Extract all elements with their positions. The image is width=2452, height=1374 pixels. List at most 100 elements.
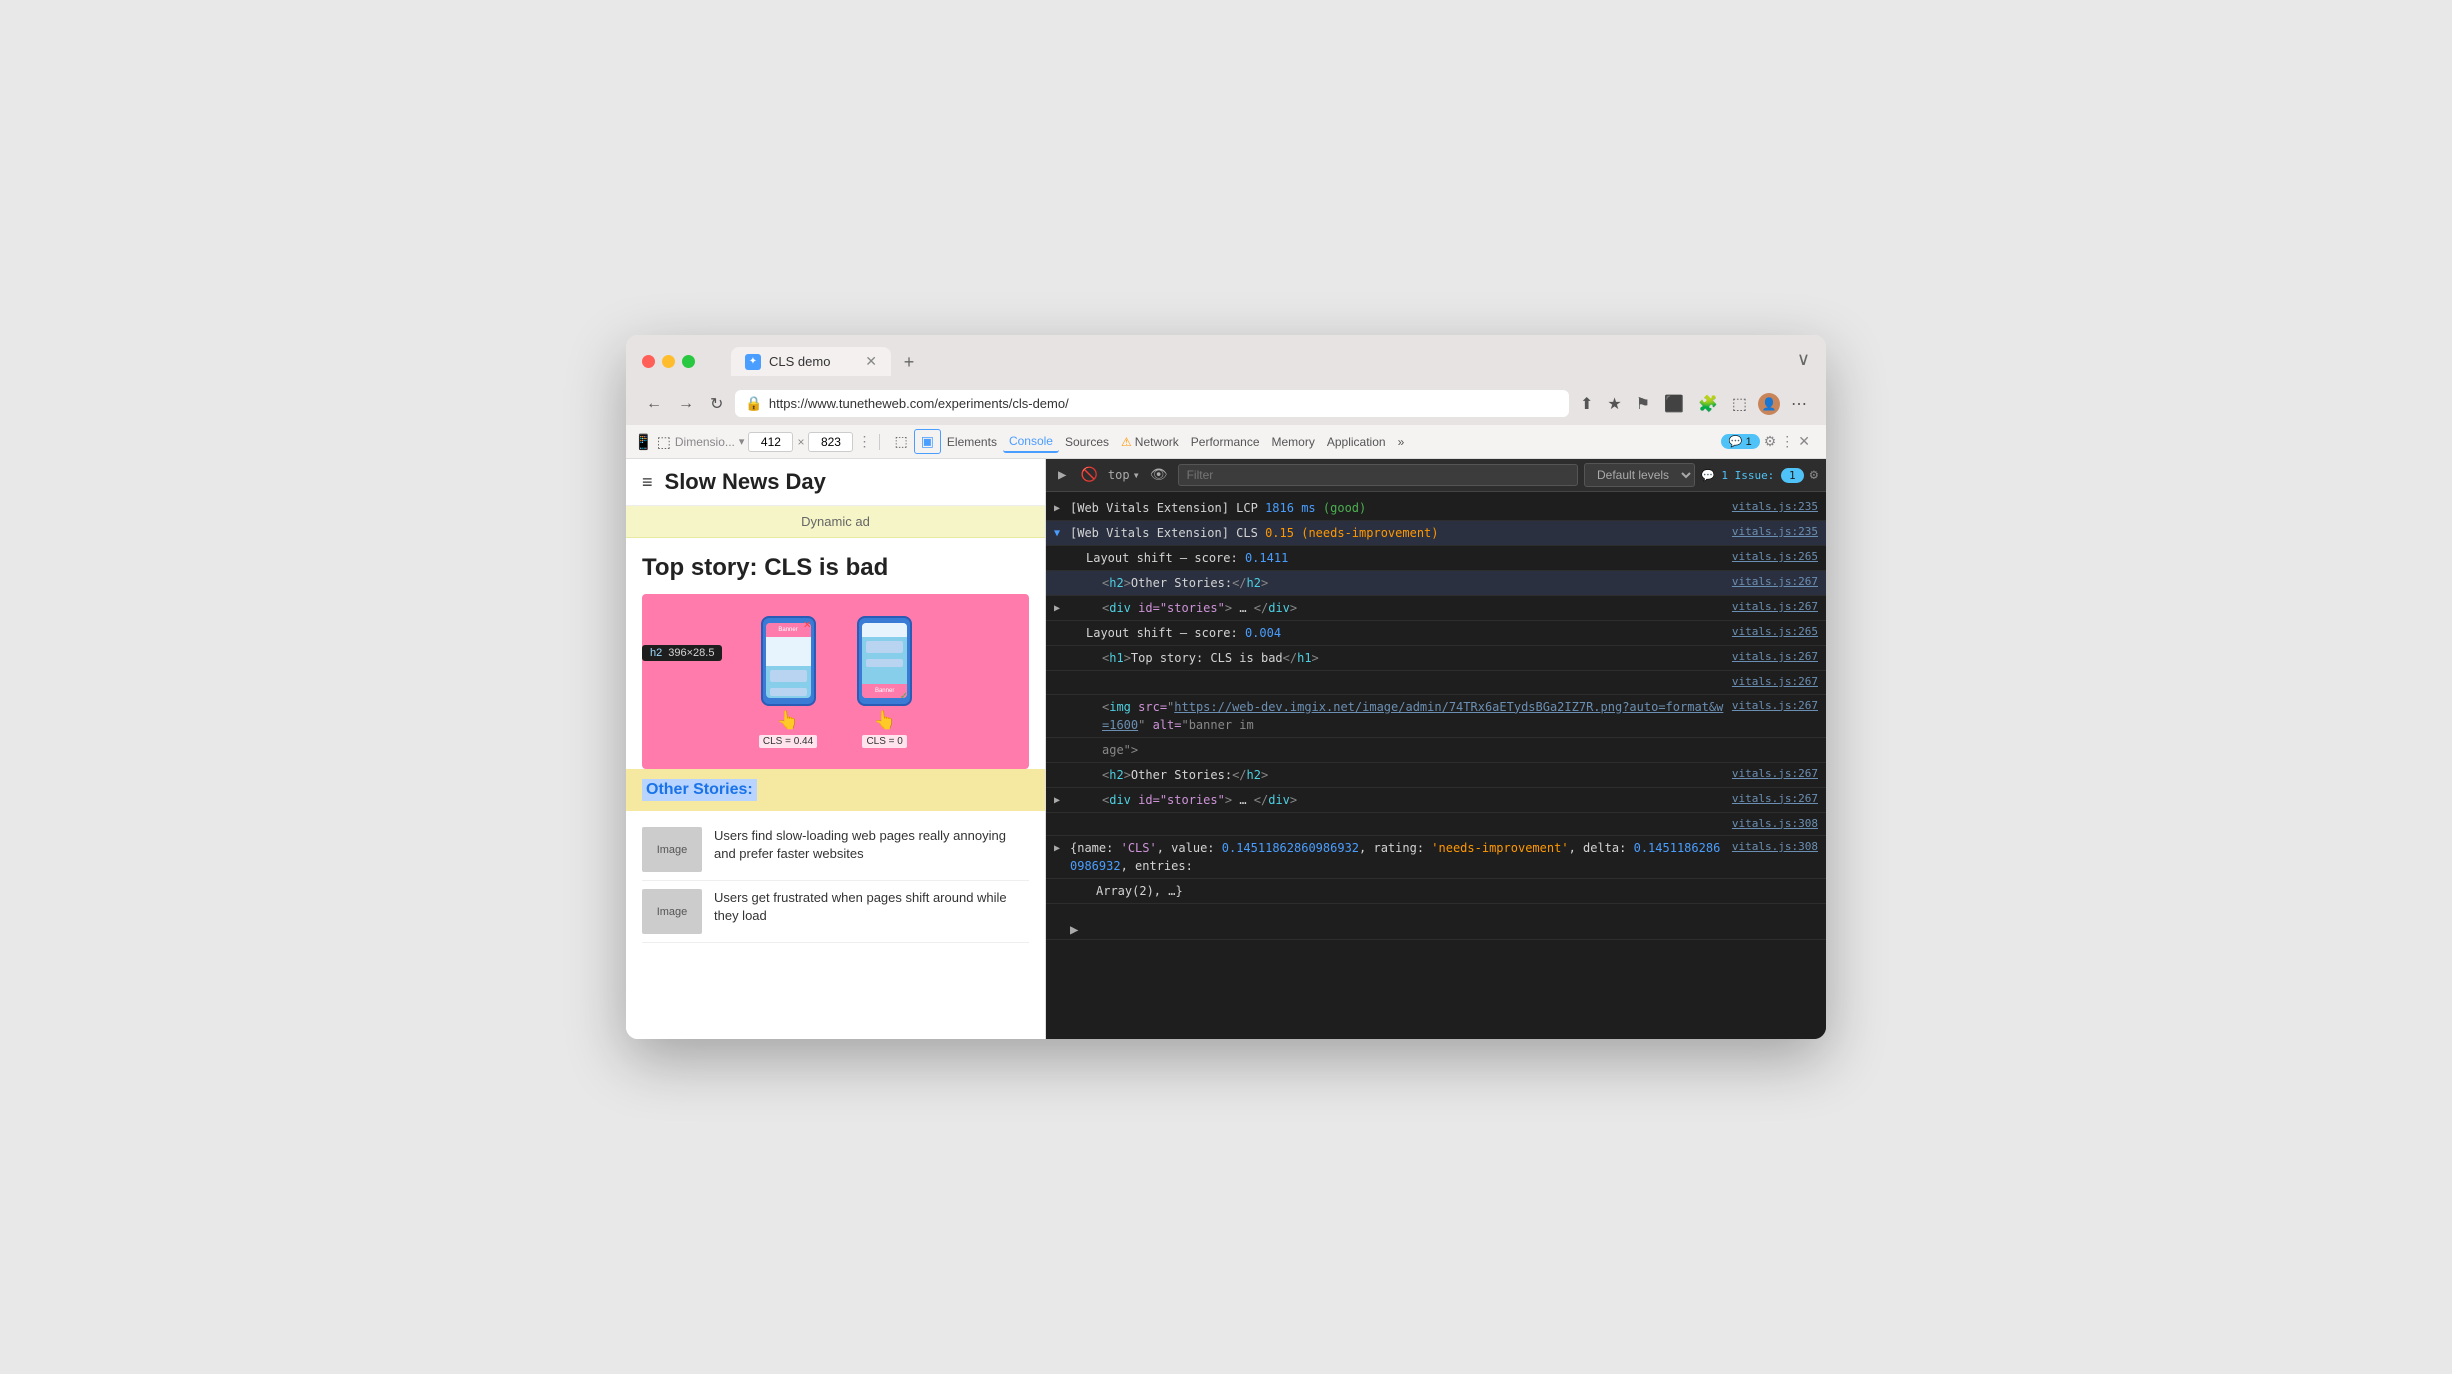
dimension-more-icon[interactable]: ⋮ (857, 433, 871, 450)
img-link[interactable]: vitals.js:267 (1732, 698, 1818, 715)
h1-link[interactable]: vitals.js:267 (1732, 649, 1818, 666)
layout-shift-score-2: 0.004 (1245, 626, 1281, 640)
stop-icon[interactable]: 🚫 (1076, 465, 1101, 485)
refresh-button[interactable]: ↻ (706, 392, 727, 416)
hamburger-icon[interactable]: ≡ (642, 472, 653, 493)
h1-close: h1 (1297, 651, 1311, 665)
div-gt: > (1225, 601, 1232, 615)
cursor-icon[interactable]: ⬚ (657, 433, 671, 451)
spacer-row-1: vitals.js:267 (1046, 671, 1826, 695)
new-tab-button[interactable]: + (895, 348, 923, 376)
issues-icon: 💬 (1701, 469, 1715, 482)
console-settings-icon[interactable]: ⚙ (1810, 467, 1818, 483)
cls-expand-arrow[interactable]: ▼ (1054, 526, 1060, 541)
devtools-close-icon[interactable]: ✕ (1798, 433, 1810, 450)
maximize-button[interactable] (682, 355, 695, 368)
extensions-icon[interactable]: 🧩 (1695, 391, 1721, 417)
more-menu-icon[interactable]: ⋯ (1788, 391, 1810, 417)
lcp-source-link[interactable]: vitals.js:235 (1732, 499, 1818, 516)
split-view-icon[interactable]: ⬚ (1729, 391, 1750, 417)
width-input[interactable] (748, 432, 793, 452)
tab-title: CLS demo (769, 354, 830, 369)
site-title: Slow News Day (665, 469, 826, 495)
array-content: Array(2), …} (1096, 882, 1818, 900)
back-button[interactable]: ← (642, 393, 666, 415)
h2-close-tag-close: > (1261, 576, 1268, 590)
responsive-mode-icon[interactable]: 📱 (634, 433, 653, 451)
h2b-link[interactable]: vitals.js:267 (1732, 766, 1818, 783)
issues-label[interactable]: 💬 1 Issue: 1 (1701, 469, 1804, 482)
height-input[interactable] (808, 432, 853, 452)
h2-bracket-close: > (1124, 576, 1131, 590)
layout-shift-2-link[interactable]: vitals.js:265 (1732, 624, 1818, 641)
array-continuation-entry: Array(2), …} (1046, 879, 1826, 904)
div-stories-1-expand[interactable]: ▶ (1054, 601, 1060, 616)
other-stories-title: Other Stories: (642, 779, 757, 801)
bookmark-icon[interactable]: ★ (1604, 391, 1624, 417)
top-dropdown[interactable]: top ▾ (1108, 468, 1140, 482)
div-stories-1-link[interactable]: vitals.js:267 (1732, 599, 1818, 616)
bottom-expand-row: ▶ (1046, 912, 1826, 940)
obj-rating: 'needs-improvement' (1431, 841, 1568, 855)
devtools-more-icon[interactable]: ⋮ (1780, 433, 1794, 450)
title-bar: ✦ CLS demo ✕ + ∨ (626, 335, 1826, 384)
forward-button[interactable]: → (674, 393, 698, 415)
bad-cls-x-icon: ✕ (803, 620, 811, 631)
h2-element-entry: <h2>Other Stories:</h2> vitals.js:267 (1046, 571, 1826, 596)
console-output[interactable]: ▶ [Web Vitals Extension] LCP 1816 ms (go… (1046, 492, 1826, 1039)
bottom-expand-icon[interactable]: ▶ (1070, 920, 1078, 941)
dimension-dropdown-icon[interactable]: ▾ (739, 435, 745, 448)
device-mode-icon[interactable]: ▣ (914, 429, 941, 454)
chevron-down-icon[interactable]: ∨ (1797, 349, 1810, 374)
sources-tab[interactable]: Sources (1059, 432, 1115, 452)
h2b-close: h2 (1247, 768, 1261, 782)
console-tab[interactable]: Console (1003, 431, 1059, 453)
div-stories-2-link[interactable]: vitals.js:267 (1732, 791, 1818, 808)
lcp-log-entry: ▶ [Web Vitals Extension] LCP 1816 ms (go… (1046, 496, 1826, 521)
spacer-1-link[interactable]: vitals.js:267 (1732, 674, 1818, 691)
cls-demo-illustration: Banner ✕ 👆 CLS = 0.44 (759, 616, 912, 748)
img-alt-val: "banner im (1181, 718, 1253, 732)
browser-window: ✦ CLS demo ✕ + ∨ ← → ↻ 🔒 https://www.tun… (626, 335, 1826, 1039)
devtools-settings-icon[interactable]: ⚙ (1764, 433, 1777, 450)
h2-close-tag: h2 (1247, 576, 1261, 590)
phone-demo-good: Banner ✓ 👆 CLS = 0 (857, 616, 912, 748)
run-icon[interactable]: ▶ (1054, 465, 1070, 485)
close-button[interactable] (642, 355, 655, 368)
img-cont-text: age"> (1102, 743, 1138, 757)
ad-text: Dynamic ad (801, 514, 870, 529)
div-stories-2-expand[interactable]: ▶ (1054, 793, 1060, 808)
h2-link[interactable]: vitals.js:267 (1732, 574, 1818, 591)
log-levels-select[interactable]: Default levels (1584, 463, 1695, 487)
minimize-button[interactable] (662, 355, 675, 368)
record-icon[interactable]: ⬛ (1661, 391, 1687, 417)
share-icon[interactable]: ⬆ (1577, 391, 1596, 417)
url-bar[interactable]: 🔒 https://www.tunetheweb.com/experiments… (735, 390, 1569, 417)
spacer-2-link[interactable]: vitals.js:308 (1732, 816, 1818, 833)
issues-count-badge: 1 (1781, 468, 1804, 483)
eye-icon[interactable]: 👁 (1146, 465, 1172, 485)
elements-tab[interactable]: Elements (941, 432, 1003, 452)
profile-avatar[interactable]: 👤 (1758, 393, 1780, 415)
inspect-element-icon[interactable]: ⬚ (888, 430, 913, 453)
issues-badge[interactable]: 💬 1 (1721, 434, 1760, 449)
object-expand[interactable]: ▶ (1054, 841, 1060, 856)
spacer-row-2: vitals.js:308 (1046, 813, 1826, 837)
cls-source-link[interactable]: vitals.js:235 (1732, 524, 1818, 541)
layout-shift-1-link[interactable]: vitals.js:265 (1732, 549, 1818, 566)
phone-screen-good: Banner (862, 623, 907, 698)
more-tabs-button[interactable]: » (1392, 432, 1411, 452)
object-link[interactable]: vitals.js:308 (1732, 839, 1818, 856)
application-tab[interactable]: Application (1321, 432, 1392, 452)
network-tab[interactable]: ⚠ Network (1115, 432, 1185, 452)
obj-name-val: 'CLS' (1121, 841, 1157, 855)
tab-close-icon[interactable]: ✕ (865, 353, 877, 370)
performance-tab[interactable]: Performance (1185, 432, 1266, 452)
memory-tab[interactable]: Memory (1266, 432, 1321, 452)
cls-content: [Web Vitals Extension] CLS 0.15 (needs-i… (1070, 524, 1724, 542)
div-stories-1-entry: ▶ <div id="stories"> … </div> vitals.js:… (1046, 596, 1826, 621)
div-tag: div (1109, 601, 1131, 615)
flag-icon[interactable]: ⚑ (1633, 391, 1653, 417)
console-filter-input[interactable] (1178, 464, 1578, 486)
browser-tab-cls-demo[interactable]: ✦ CLS demo ✕ (731, 347, 891, 376)
